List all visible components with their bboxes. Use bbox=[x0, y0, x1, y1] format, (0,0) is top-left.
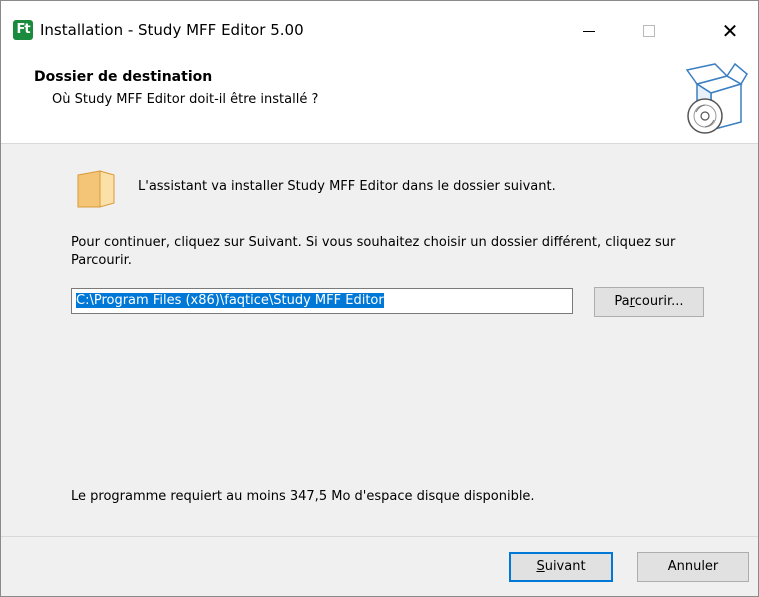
maximize-button bbox=[626, 11, 672, 51]
page-subtitle: Où Study MFF Editor doit-il être install… bbox=[52, 92, 319, 107]
browse-label-end: courir... bbox=[634, 294, 684, 309]
minimize-button[interactable] bbox=[566, 11, 612, 51]
wizard-header: Dossier de destination Où Study MFF Edit… bbox=[1, 57, 758, 144]
intro-text: L'assistant va installer Study MFF Edito… bbox=[138, 179, 556, 194]
next-label-accel: S bbox=[536, 559, 545, 574]
disk-space-text: Le programme requiert au moins 347,5 Mo … bbox=[71, 489, 535, 504]
installer-window: Ft Installation - Study MFF Editor 5.00 … bbox=[0, 0, 759, 597]
close-button[interactable]: ✕ bbox=[707, 11, 753, 51]
folder-icon bbox=[77, 170, 115, 208]
cancel-button[interactable]: Annuler bbox=[637, 552, 749, 582]
next-button[interactable]: Suivant bbox=[509, 552, 613, 582]
close-icon: ✕ bbox=[721, 19, 739, 43]
maximize-icon bbox=[643, 25, 655, 37]
title-bar[interactable]: Ft Installation - Study MFF Editor 5.00 … bbox=[1, 1, 758, 57]
next-label-end: uivant bbox=[544, 559, 586, 574]
path-value: C:\Program Files (x86)\faqtice\Study MFF… bbox=[76, 293, 384, 308]
app-icon: Ft bbox=[13, 20, 33, 40]
browse-label-start: Pa bbox=[614, 294, 630, 309]
destination-path-input[interactable]: C:\Program Files (x86)\faqtice\Study MFF… bbox=[71, 288, 573, 314]
browse-button[interactable]: Parcourir... bbox=[594, 287, 704, 317]
footer-divider bbox=[1, 536, 758, 537]
page-title: Dossier de destination bbox=[34, 69, 213, 85]
instructions-text: Pour continuer, cliquez sur Suivant. Si … bbox=[71, 235, 676, 268]
cancel-label: Annuler bbox=[667, 559, 719, 574]
minimize-icon bbox=[583, 30, 595, 32]
window-title: Installation - Study MFF Editor 5.00 bbox=[40, 21, 304, 39]
box-with-disc-icon bbox=[685, 62, 748, 134]
